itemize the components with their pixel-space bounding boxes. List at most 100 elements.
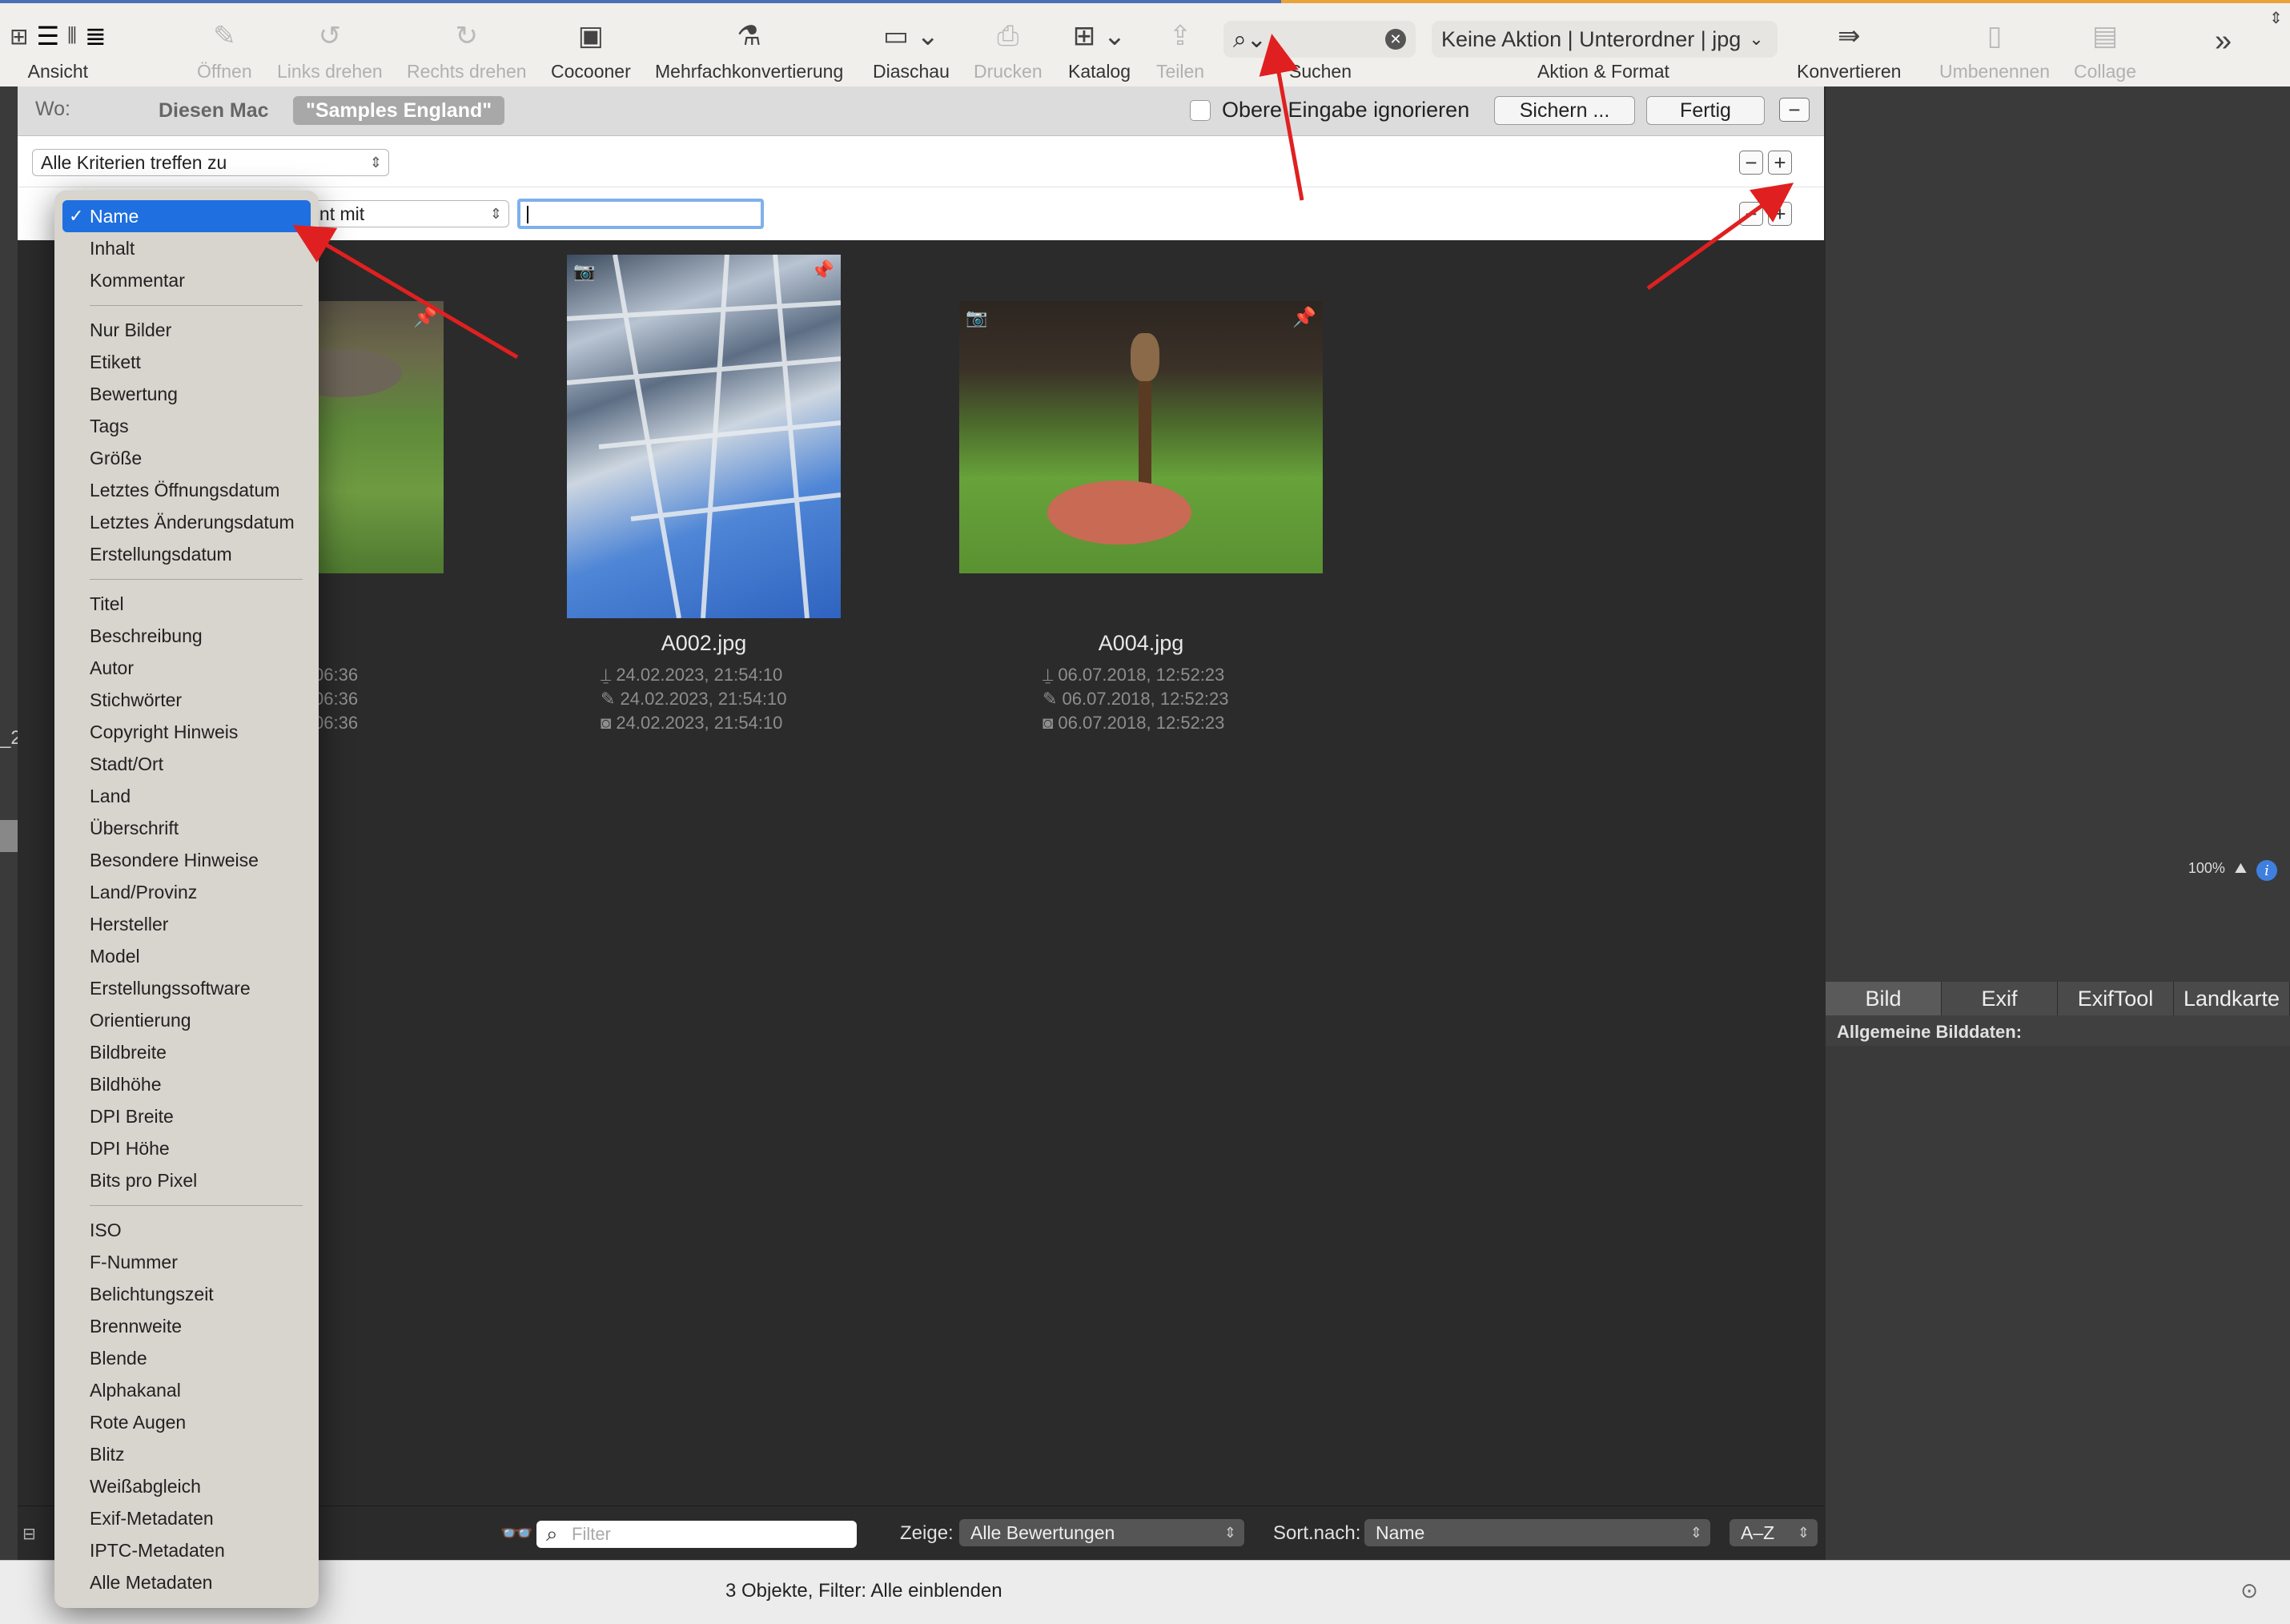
sort-select[interactable]: Name [1364,1519,1710,1546]
rating-filter-select[interactable]: Alle Bewertungen [959,1519,1244,1546]
open-button[interactable]: ✎ Öffnen [197,18,252,82]
histogram-icon[interactable]: ⛰ [2235,860,2247,881]
tab-bild[interactable]: Bild [1826,982,1942,1015]
menu-item[interactable]: Blende [54,1342,319,1374]
toolbar-search-field[interactable]: ⌕⌄ ✕ [1223,21,1416,58]
toolbar-resize-icon[interactable]: ⇕ [2269,8,2283,28]
menu-item[interactable]: Stichwörter [54,684,319,716]
filter-input[interactable]: Filter [536,1521,857,1548]
file-name[interactable]: A002.jpg [567,631,841,656]
menu-item[interactable]: Exif-Metadaten [54,1502,319,1534]
grid-view-icon[interactable]: ⊞ [10,23,28,50]
menu-item[interactable]: Land [54,780,319,812]
menu-item[interactable]: Orientierung [54,1004,319,1036]
rotate-right-button[interactable]: ↻ Rechts drehen [407,18,527,82]
menu-item[interactable]: Größe [54,442,319,474]
detail-list-icon[interactable]: ≣ [85,21,106,51]
menu-item[interactable]: Alphakanal [54,1374,319,1406]
menu-item[interactable]: Belichtungszeit [54,1278,319,1310]
add-criterion-row-button[interactable]: + [1768,202,1792,226]
list-view-icon[interactable]: ☰ [36,21,59,51]
rotate-left-button[interactable]: ↺ Links drehen [277,18,383,82]
menu-item[interactable]: Alle Metadaten [54,1566,319,1598]
slideshow-button[interactable]: ▭ ⌄ Diaschau [873,18,950,82]
menu-item[interactable]: Bewertung [54,378,319,410]
ignore-top-input-checkbox[interactable] [1190,100,1211,121]
menu-item[interactable]: F-Nummer [54,1246,319,1278]
menu-item[interactable]: Model [54,940,319,972]
thumbnail-image[interactable]: 📷 📌 [959,301,1323,573]
menu-item[interactable]: Titel [54,588,319,620]
menu-item[interactable]: Hersteller [54,908,319,940]
menu-item[interactable]: Name [62,200,311,232]
tab-exif[interactable]: Exif [1942,982,2058,1015]
pin-icon[interactable]: 📌 [810,259,834,283]
filmstrip-view-icon[interactable]: ⫴ [67,23,77,50]
glasses-icon[interactable]: 👓 [500,1517,533,1550]
menu-item[interactable]: IPTC-Metadaten [54,1534,319,1566]
menu-item[interactable]: Tags [54,410,319,442]
done-button[interactable]: Fertig [1646,96,1765,125]
menu-item[interactable]: ISO [54,1214,319,1246]
menu-item[interactable]: DPI Höhe [54,1132,319,1164]
add-criterion-button[interactable]: + [1768,151,1792,175]
menu-item[interactable]: Beschreibung [54,620,319,652]
sort-order-select[interactable]: A–Z [1730,1519,1818,1546]
more-options-icon[interactable]: ⊙ [2240,1578,2258,1603]
menu-item[interactable]: Stadt/Ort [54,748,319,780]
match-mode-popup[interactable]: Alle Kriterien treffen zu [32,149,389,176]
save-search-button[interactable]: Sichern ... [1494,96,1635,125]
info-icon[interactable]: i [2256,860,2277,881]
collage-button[interactable]: ▤ Collage [2074,18,2136,82]
tab-exiftool[interactable]: ExifTool [2058,982,2174,1015]
cocooner-button[interactable]: ▣ Cocooner [551,18,631,82]
menu-item[interactable]: Letztes Öffnungsdatum [54,474,319,506]
menu-item[interactable]: Erstellungsdatum [54,538,319,570]
menu-item[interactable]: Kommentar [54,264,319,296]
clear-search-icon[interactable]: ✕ [1385,29,1406,50]
menu-item[interactable]: Blitz [54,1438,319,1470]
scope-folder-button[interactable]: "Samples England" [293,96,505,125]
print-button[interactable]: ⎙ Drucken [974,18,1043,82]
menu-item[interactable]: Copyright Hinweis [54,716,319,748]
operator-popup[interactable]: innt mit [296,200,509,227]
menu-item[interactable]: Erstellungssoftware [54,972,319,1004]
zoom-100-icon[interactable]: 100% [2188,860,2225,881]
sidebar-scroll-handle[interactable] [0,820,18,852]
catalog-button[interactable]: ⊞ ⌄ Katalog [1068,18,1131,82]
menu-item[interactable]: Bildbreite [54,1036,319,1068]
menu-item[interactable]: Land/Provinz [54,876,319,908]
remove-criterion-row-button[interactable]: − [1739,202,1763,226]
menu-item[interactable]: Rote Augen [54,1406,319,1438]
criterion-value-field[interactable] [517,199,764,229]
view-mode-button[interactable]: ⊞ ☰ ⫴ ≣ Ansicht [10,18,106,82]
action-format-select[interactable]: Keine Aktion | Unterordner | jpg ⌄ [1432,21,1778,58]
menu-item[interactable]: Inhalt [54,232,319,264]
menu-item[interactable]: Überschrift [54,812,319,844]
close-search-button[interactable]: − [1779,98,1810,122]
tab-landkarte[interactable]: Landkarte [2174,982,2290,1015]
scope-this-mac-button[interactable]: Diesen Mac [146,96,282,125]
menu-item[interactable]: Bildhöhe [54,1068,319,1100]
file-name[interactable]: A004.jpg [959,631,1323,656]
batch-convert-button[interactable]: ⚗ Mehrfachkonvertierung [655,18,843,82]
menu-item[interactable]: DPI Breite [54,1100,319,1132]
overflow-chevron-icon[interactable]: » [2215,24,2232,58]
menu-item[interactable]: Bits pro Pixel [54,1164,319,1196]
menu-item[interactable]: Weißabgleich [54,1470,319,1502]
pin-icon[interactable]: 📌 [413,306,437,329]
sidebar-toggle-icon[interactable]: ⊟ [22,1524,36,1544]
convert-button[interactable]: ⇛ Konvertieren [1797,18,1901,82]
pin-icon[interactable]: 📌 [1292,306,1316,329]
menu-item[interactable]: Etikett [54,346,319,378]
menu-item[interactable]: Letztes Änderungsdatum [54,506,319,538]
menu-item[interactable]: Autor [54,652,319,684]
share-button[interactable]: ⇪ Teilen [1156,18,1204,82]
thumbnail-image[interactable]: 📷 📌 [567,255,841,618]
remove-criterion-button[interactable]: − [1739,151,1763,175]
menu-item[interactable]: Besondere Hinweise [54,844,319,876]
menu-item[interactable]: Nur Bilder [54,314,319,346]
menu-item[interactable]: Brennweite [54,1310,319,1342]
search-icon[interactable]: ⌕⌄ [1233,26,1267,54]
rename-button[interactable]: ▯ Umbenennen [1939,18,2050,82]
